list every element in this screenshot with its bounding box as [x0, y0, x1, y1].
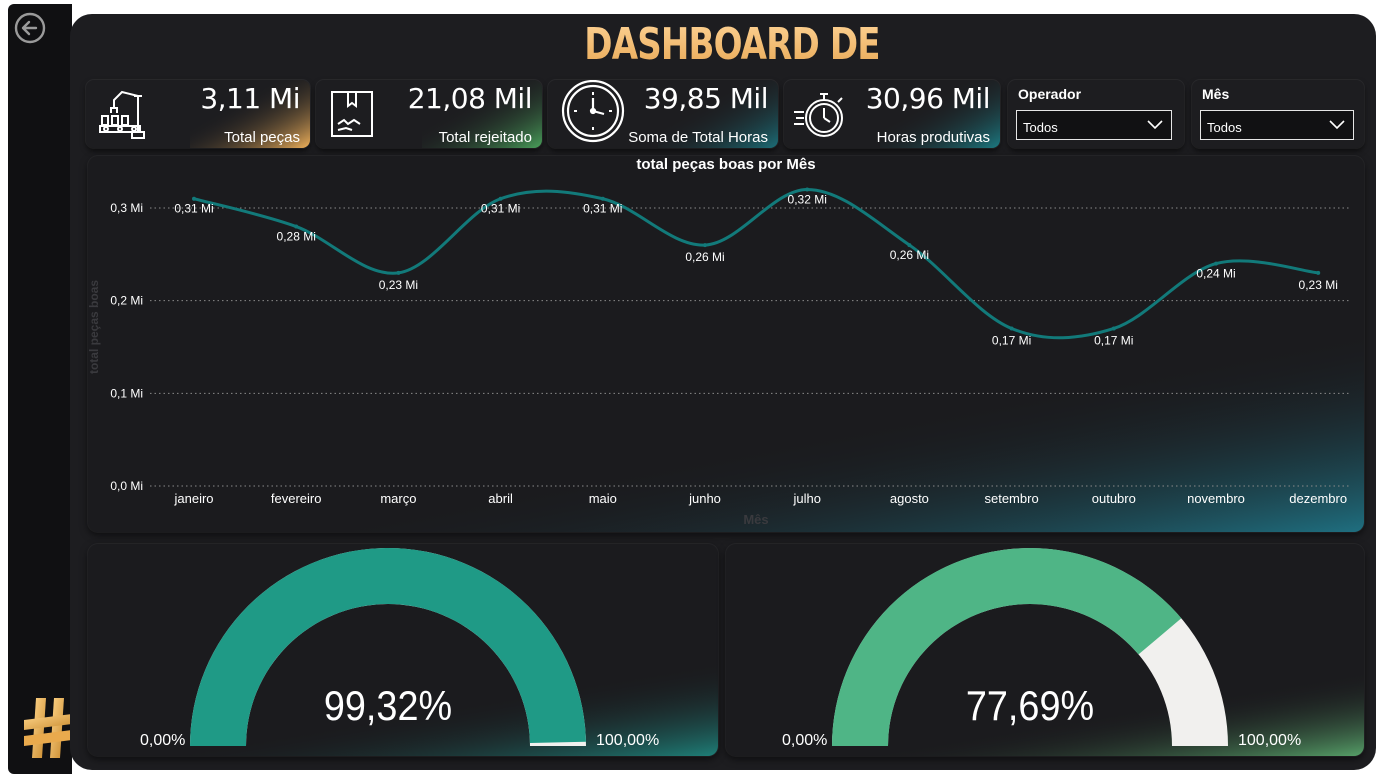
y-tick-label: 0,1 Mi	[110, 386, 143, 400]
data-point[interactable]	[294, 224, 299, 229]
data-label: 0,23 Mi	[379, 278, 418, 292]
data-label: 0,32 Mi	[788, 192, 827, 206]
x-tick-label: junho	[688, 491, 721, 506]
kpi-card-total-rejeitado: 21,08 Mil Total rejeitado	[316, 80, 542, 148]
kpi-label: Horas produtivas	[876, 129, 990, 146]
data-point[interactable]	[1214, 261, 1218, 266]
kpi-card-total-pecas: 3,11 Mi Total peças	[86, 80, 310, 148]
line-chart-panel: total peças boas por Mês 0,0 Mi 0,1 Mi 0,2…	[88, 156, 1364, 532]
gauge-max-label: 100,00%	[1238, 732, 1302, 749]
data-point[interactable]	[192, 196, 196, 201]
clock-icon	[561, 80, 625, 143]
kpi-label: Soma de Total Horas	[628, 129, 768, 146]
kpi-value: 21,08 Mil	[407, 82, 533, 115]
gauge-max-label: 100,00%	[596, 732, 660, 749]
data-point[interactable]	[498, 196, 503, 201]
line-chart: 0,0 Mi 0,1 Mi 0,2 Mi 0,3 Mi total peças boas…	[88, 187, 1350, 527]
kpi-value: 30,96 Mil	[865, 82, 991, 115]
gauge-min-label: 0,00%	[782, 732, 828, 749]
y-tick-label: 0,2 Mi	[110, 294, 143, 308]
arrow-left-circle-icon[interactable]	[14, 12, 46, 44]
report-frame: DASHBOARD DE PRODUÇÃO 3,11 Mi Total peça…	[0, 0, 1392, 778]
data-point[interactable]	[805, 187, 810, 192]
x-tick-label: abril	[488, 491, 513, 506]
x-tick-label: outubro	[1092, 491, 1136, 506]
filter-label: Mês	[1202, 86, 1230, 102]
data-point[interactable]	[1316, 270, 1321, 275]
stopwatch-fast-icon	[794, 93, 843, 137]
data-label: 0,31 Mi	[174, 202, 213, 216]
sidebar	[8, 4, 72, 774]
x-tick-label: julho	[792, 491, 820, 506]
operador-dropdown[interactable]: Todos	[1016, 110, 1172, 140]
data-point[interactable]	[1111, 326, 1116, 331]
data-point[interactable]	[1009, 326, 1014, 331]
x-tick-label: fevereiro	[271, 491, 322, 506]
data-point[interactable]	[396, 270, 401, 275]
filter-label: Operador	[1018, 86, 1082, 102]
x-tick-label: dezembro	[1289, 491, 1347, 506]
gauge-value: 77,69%	[965, 682, 1095, 729]
data-label: 0,17 Mi	[992, 333, 1031, 347]
data-label: 0,17 Mi	[1094, 333, 1133, 347]
data-point[interactable]	[703, 243, 707, 248]
data-label: 0,26 Mi	[685, 250, 724, 264]
gauge-min-label: 0,00%	[140, 732, 186, 749]
data-label: 0,26 Mi	[890, 248, 929, 262]
y-tick-label: 0,0 Mi	[110, 479, 143, 493]
x-tick-label: novembro	[1187, 491, 1245, 506]
kpi-card-horas-produtivas: 30,96 Mil Horas produtivas	[784, 80, 1000, 148]
series-line	[193, 187, 1319, 340]
data-label: 0,31 Mi	[481, 202, 520, 216]
chevron-down-icon	[1329, 120, 1345, 130]
y-axis-title: total peças boas	[88, 280, 101, 374]
data-label: 0,28 Mi	[277, 230, 316, 244]
gauge-value: 99,32%	[323, 682, 453, 729]
kpi-card-soma-total-horas: 39,85 Mil Soma de Total Horas	[548, 80, 778, 148]
y-tick-label: 0,3 Mi	[110, 201, 143, 215]
kpi-label: Total rejeitado	[438, 129, 532, 146]
brand-logo-icon	[24, 698, 72, 758]
data-label: 0,23 Mi	[1299, 278, 1338, 292]
box-damaged-icon	[331, 91, 373, 137]
x-tick-label: agosto	[890, 491, 929, 506]
x-tick-label: janeiro	[173, 491, 213, 506]
page-title: DASHBOARD DE PRODUÇÃO	[545, 16, 920, 128]
data-point[interactable]	[907, 243, 912, 248]
dropdown-value: Todos	[1207, 120, 1242, 135]
robotic-arm-factory-icon	[99, 90, 145, 139]
mes-dropdown[interactable]: Todos	[1200, 110, 1354, 140]
gauge-panel-1: 99,32% 0,00% 100,00%	[88, 544, 718, 756]
kpi-value: 3,11 Mi	[200, 82, 300, 115]
dropdown-value: Todos	[1023, 120, 1058, 135]
kpi-value: 39,85 Mil	[643, 82, 769, 115]
x-tick-label: setembro	[984, 491, 1038, 506]
filter-operador: Operador Todos	[1008, 80, 1184, 148]
gauge-panel-2: 77,69% 0,00% 100,00%	[726, 544, 1364, 756]
filter-mes: Mês Todos	[1192, 80, 1364, 148]
x-tick-label: março	[380, 491, 416, 506]
data-point[interactable]	[600, 196, 605, 201]
chevron-down-icon	[1147, 120, 1163, 130]
x-tick-label: maio	[589, 491, 617, 506]
data-label: 0,31 Mi	[583, 202, 622, 216]
data-label: 0,24 Mi	[1196, 267, 1235, 281]
kpi-label: Total peças	[224, 129, 300, 146]
x-axis-title: Mês	[743, 512, 768, 527]
